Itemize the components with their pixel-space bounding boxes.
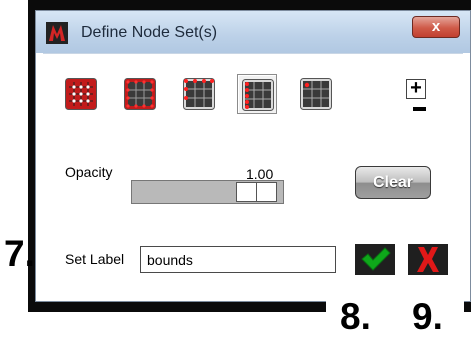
confirm-button[interactable] [355, 244, 395, 275]
step-7-callout: 7. [4, 233, 35, 274]
select-all-nodes-button[interactable] [61, 74, 101, 114]
select-boundary-nodes-button[interactable] [120, 74, 160, 114]
checkmark-icon [355, 244, 395, 275]
select-top-nodes-icon [183, 78, 215, 110]
set-label-label: Set Label [65, 251, 125, 267]
set-label-input[interactable] [140, 246, 336, 273]
select-single-node-button[interactable] [296, 74, 336, 114]
select-left-nodes-button[interactable] [237, 74, 277, 114]
app-icon [46, 22, 68, 44]
step-9-callout: 9. [412, 296, 443, 337]
dialog-body: + Opacity 1.00 Clear Set Label [43, 53, 463, 294]
remove-set-button[interactable] [413, 107, 426, 111]
opacity-slider-thumb[interactable] [236, 182, 277, 202]
clear-button[interactable]: Clear [355, 166, 431, 199]
select-boundary-nodes-icon [124, 78, 156, 110]
close-icon: x [431, 18, 441, 35]
add-set-button[interactable]: + [406, 78, 426, 99]
window-title: Define Node Set(s) [81, 24, 218, 41]
select-top-nodes-button[interactable] [179, 74, 219, 114]
select-left-nodes-icon [242, 79, 274, 111]
opacity-slider[interactable] [131, 180, 284, 204]
opacity-label: Opacity [65, 164, 113, 180]
cancel-button[interactable] [408, 244, 448, 275]
define-node-sets-dialog: Define Node Set(s) x + Opacity 1.00 Clea… [35, 10, 471, 302]
step-8-callout: 8. [340, 296, 371, 337]
title-bar[interactable]: Define Node Set(s) x [36, 11, 470, 53]
select-single-node-icon [300, 78, 332, 110]
cancel-x-icon [408, 244, 448, 275]
close-button[interactable]: x [412, 16, 460, 38]
select-all-nodes-icon [65, 78, 97, 110]
